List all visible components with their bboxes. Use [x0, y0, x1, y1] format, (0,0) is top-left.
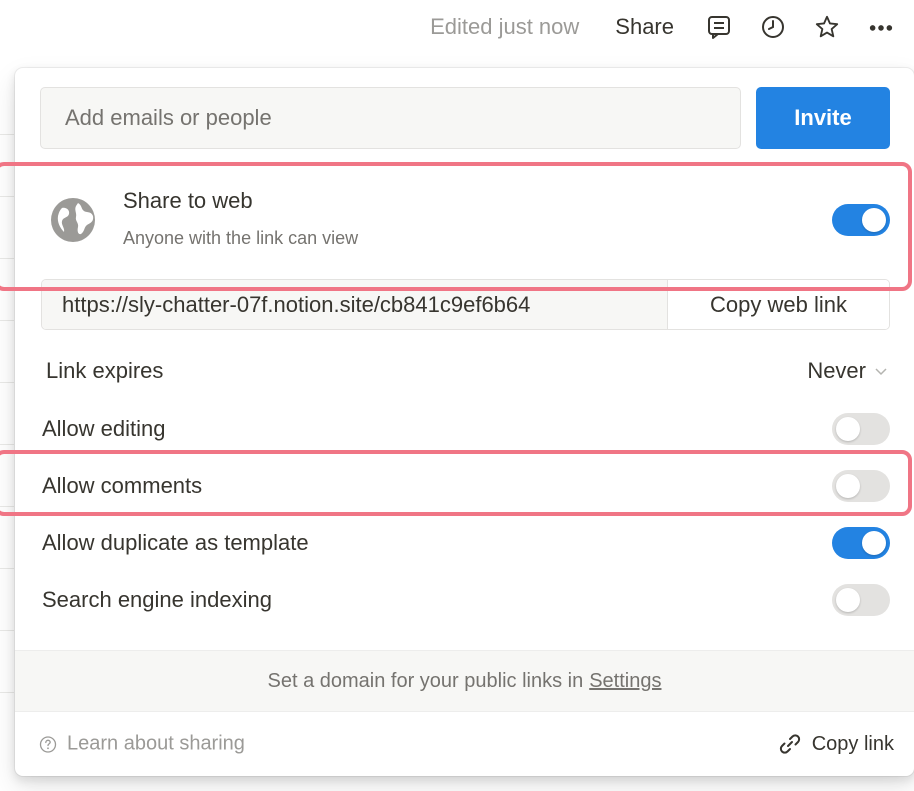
share-to-web-toggle[interactable]: [832, 204, 890, 236]
web-link-row: https://sly-chatter-07f.notion.site/cb84…: [41, 279, 890, 330]
search-indexing-label: Search engine indexing: [42, 587, 272, 612]
toggle-knob: [862, 208, 886, 232]
background-line: [0, 568, 14, 569]
toggle-knob: [836, 588, 860, 612]
web-link-url[interactable]: https://sly-chatter-07f.notion.site/cb84…: [42, 280, 667, 329]
help-icon: [39, 735, 57, 753]
allow-editing-toggle[interactable]: [832, 413, 890, 445]
link-expires-label: Link expires: [46, 358, 164, 383]
allow-comments-row: Allow comments: [15, 457, 914, 515]
allow-editing-label: Allow editing: [42, 416, 166, 441]
toggle-knob: [836, 417, 860, 441]
allow-duplicate-label: Allow duplicate as template: [42, 530, 309, 555]
background-line: [0, 320, 14, 321]
share-button[interactable]: Share: [615, 14, 674, 40]
toggle-knob: [862, 531, 886, 555]
link-icon: [779, 734, 800, 754]
more-icon[interactable]: [868, 14, 894, 40]
allow-comments-toggle[interactable]: [832, 470, 890, 502]
copy-link-button[interactable]: Copy link: [778, 732, 894, 756]
invite-button[interactable]: Invite: [756, 87, 890, 149]
copy-web-link-button[interactable]: Copy web link: [667, 280, 889, 329]
toggle-knob: [836, 474, 860, 498]
allow-duplicate-row: Allow duplicate as template: [15, 514, 914, 572]
popup-footer: Learn about sharing Copy link: [15, 712, 914, 776]
link-expires-select[interactable]: Never: [807, 358, 888, 384]
page-topbar: Edited just now Share: [0, 0, 914, 54]
background-line: [0, 506, 14, 507]
share-popup: Invite Share to web Anyone with the link…: [15, 68, 914, 776]
background-line: [0, 258, 14, 259]
star-icon[interactable]: [814, 14, 840, 40]
learn-about-sharing-label: Learn about sharing: [67, 732, 245, 755]
allow-comments-label: Allow comments: [42, 473, 203, 498]
edited-status: Edited just now: [430, 14, 580, 39]
allow-editing-row: Allow editing: [15, 400, 914, 458]
clock-icon[interactable]: [760, 14, 786, 40]
search-indexing-row: Search engine indexing: [15, 571, 914, 629]
settings-link[interactable]: Settings: [589, 670, 661, 693]
background-line: [0, 630, 14, 631]
chevron-down-icon: [875, 368, 887, 376]
invite-email-input[interactable]: [40, 87, 741, 149]
learn-about-sharing-link[interactable]: Learn about sharing: [39, 733, 245, 756]
background-line: [0, 196, 14, 197]
link-expires-value: Never: [807, 358, 866, 383]
share-to-web-row: Share to web Anyone with the link can vi…: [15, 176, 914, 264]
domain-notice-text: Set a domain for your public links in: [267, 669, 584, 692]
background-line: [0, 382, 14, 383]
share-to-web-title: Share to web: [123, 188, 253, 213]
invite-row: Invite: [40, 87, 890, 149]
copy-link-label: Copy link: [811, 732, 894, 755]
share-to-web-subtitle: Anyone with the link can view: [123, 228, 359, 248]
background-line: [0, 692, 14, 693]
allow-duplicate-toggle[interactable]: [832, 527, 890, 559]
comment-icon[interactable]: [706, 14, 732, 40]
link-expires-row: Link expires Never: [15, 342, 914, 400]
search-indexing-toggle[interactable]: [832, 584, 890, 616]
background-line: [0, 444, 14, 445]
globe-icon: [48, 195, 98, 245]
domain-notice: Set a domain for your public links in Se…: [15, 650, 914, 712]
background-line: [0, 134, 14, 135]
